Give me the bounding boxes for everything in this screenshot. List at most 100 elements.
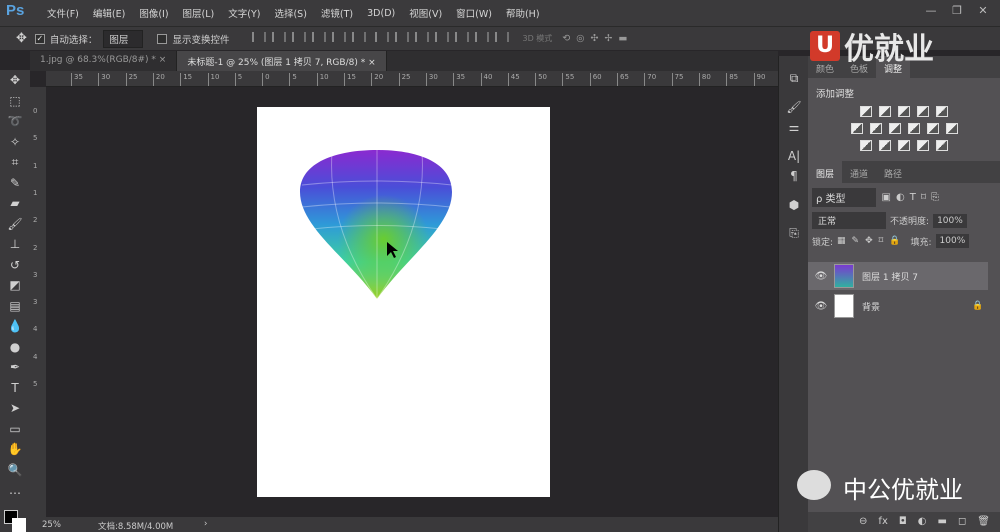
link-layers-icon[interactable]: ⊖ [859, 516, 867, 528]
menu-help[interactable]: 帮助(H) [503, 6, 543, 20]
menu-view[interactable]: 视图(V) [406, 6, 445, 20]
lock-icons[interactable]: ▦✎✥⌑🔒 [837, 236, 906, 246]
new-layer-icon[interactable]: ◻ [958, 516, 966, 528]
type-tool-icon[interactable]: T [0, 378, 30, 399]
opacity-label: 不透明度: [890, 217, 930, 227]
opacity-input[interactable]: 100% [933, 213, 967, 228]
status-menu-arrow[interactable]: › [204, 519, 207, 529]
crop-tool-icon[interactable]: ⌗ [0, 152, 30, 173]
background-color-swatch[interactable] [12, 518, 26, 532]
zoom-level[interactable]: 25% [42, 520, 61, 530]
filter-icons[interactable]: ▣◐T⌑⎘ [882, 192, 944, 203]
gradient-map-icon[interactable] [936, 140, 948, 151]
tab-untitled[interactable]: 未标题-1 @ 25% (图层 1 拷贝 7, RGB/8) * × [177, 51, 387, 71]
color-balance-icon[interactable] [869, 123, 882, 134]
align-icons[interactable] [249, 32, 512, 45]
menu-type[interactable]: 文字(Y) [225, 6, 263, 20]
minimize-button[interactable]: — [918, 4, 944, 20]
visibility-eye-icon[interactable]: 👁 [814, 271, 828, 282]
paragraph-panel-icon[interactable]: ¶ [779, 166, 809, 187]
hand-tool-icon[interactable]: ✋ [0, 439, 30, 460]
brush-tool-icon[interactable]: 🖌 [0, 214, 30, 235]
more-tools-icon[interactable]: … [0, 480, 30, 501]
character-panel-icon[interactable]: A| [779, 146, 809, 167]
eraser-icon[interactable]: ◩ [0, 275, 30, 296]
properties-panel-icon[interactable]: ⚌ [779, 117, 809, 138]
menu-filter[interactable]: 滤镜(T) [318, 6, 356, 20]
levels-icon[interactable] [879, 106, 891, 117]
threshold-icon[interactable] [898, 140, 910, 151]
close-button[interactable]: ✕ [970, 4, 996, 20]
visibility-eye-icon[interactable]: 👁 [814, 301, 828, 312]
marquee-tool-icon[interactable]: ⬚ [0, 91, 30, 112]
document-canvas[interactable] [257, 107, 550, 497]
close-tab-icon[interactable]: × [159, 55, 167, 65]
timeline-panel-icon[interactable]: ⎘ [779, 223, 809, 244]
menu-select[interactable]: 选择(S) [271, 6, 309, 20]
menu-3d[interactable]: 3D(D) [364, 8, 398, 19]
fx-icon[interactable]: fx [878, 516, 887, 528]
auto-select-checkbox[interactable]: ✓ [34, 33, 45, 44]
pen-tool-icon[interactable]: ✒ [0, 357, 30, 378]
brightness-icon[interactable] [860, 106, 872, 117]
curves-icon[interactable] [898, 106, 910, 117]
layer-filter-dropdown[interactable]: ρ 类型 [812, 188, 876, 207]
vibrance-icon[interactable] [936, 106, 948, 117]
ruler-tick: 20 [371, 73, 383, 86]
gradient-tool-icon[interactable]: ▤ [0, 296, 30, 317]
color-lookup-icon[interactable] [945, 123, 958, 134]
selective-color-icon[interactable] [917, 140, 929, 151]
ruler-tick: 5 [33, 380, 38, 388]
lasso-tool-icon[interactable]: ➰ [0, 111, 30, 132]
delete-layer-icon[interactable]: 🗑 [977, 516, 990, 528]
layer-row-copy7[interactable]: 👁 图层 1 拷贝 7 [808, 262, 988, 290]
eyedropper-icon[interactable]: ✎ [0, 173, 30, 194]
photo-filter-icon[interactable] [907, 123, 920, 134]
blend-mode-dropdown[interactable]: 正常 [812, 212, 887, 229]
zoom-tool-icon[interactable]: 🔍 [0, 460, 30, 481]
tab-1jpg[interactable]: 1.jpg @ 68.3%(RGB/8#) * × [30, 51, 178, 71]
posterize-icon[interactable] [879, 140, 891, 151]
tab-paths[interactable]: 路径 [876, 161, 910, 183]
ruler-tick: 85 [726, 73, 738, 86]
magic-wand-icon[interactable]: ✧ [0, 132, 30, 153]
hue-icon[interactable] [850, 123, 863, 134]
fill-input[interactable]: 100% [935, 234, 970, 248]
blur-tool-icon[interactable]: 💧 [0, 316, 30, 337]
shape-tool-icon[interactable]: ▭ [0, 419, 30, 440]
layer-row-background[interactable]: 👁 背景 🔒 [808, 292, 988, 320]
ruler-tick: 5 [289, 73, 297, 86]
restore-button[interactable]: ❐ [944, 4, 970, 20]
new-group-icon[interactable]: ▬ [938, 516, 947, 528]
close-tab-icon[interactable]: × [368, 58, 376, 68]
tab-layers[interactable]: 图层 [808, 161, 843, 183]
exposure-icon[interactable] [917, 106, 929, 117]
healing-brush-icon[interactable]: ▰ [0, 193, 30, 214]
3d-tool-icons[interactable]: ⟲◎✣✢▬ [562, 33, 633, 44]
channel-mixer-icon[interactable] [926, 123, 939, 134]
show-transform-checkbox[interactable] [157, 33, 168, 44]
auto-select-target-dropdown[interactable]: 图层 [103, 29, 144, 48]
menu-window[interactable]: 窗口(W) [453, 6, 495, 20]
brush-panel-icon[interactable]: 🖌 [779, 97, 809, 118]
menu-file[interactable]: 文件(F) [44, 6, 82, 20]
3d-panel-icon[interactable]: ⬢ [779, 195, 809, 216]
stamp-tool-icon[interactable]: ⊥ [0, 234, 30, 255]
tab-channels[interactable]: 通道 [842, 161, 876, 183]
menu-layer[interactable]: 图层(L) [180, 6, 218, 20]
ruler-tick: 25 [398, 73, 411, 86]
history-brush-icon[interactable]: ↺ [0, 255, 30, 276]
adjustment-layer-icon[interactable]: ◐ [918, 516, 927, 528]
dodge-tool-icon[interactable]: ● [0, 337, 30, 358]
path-select-icon[interactable]: ➤ [0, 398, 30, 419]
invert-icon[interactable] [860, 140, 872, 151]
menu-edit[interactable]: 编辑(E) [90, 6, 128, 20]
add-mask-icon[interactable]: ◘ [899, 516, 907, 528]
fill-label: 填充: [910, 237, 932, 248]
menu-image[interactable]: 图像(I) [136, 6, 171, 20]
history-panel-icon[interactable]: ⧉ [779, 68, 809, 89]
ruler-tick: 75 [671, 73, 684, 86]
bw-icon[interactable] [888, 123, 901, 134]
move-tool-icon[interactable]: ✥ [16, 31, 27, 46]
move-tool-icon[interactable]: ✥ [0, 70, 30, 91]
